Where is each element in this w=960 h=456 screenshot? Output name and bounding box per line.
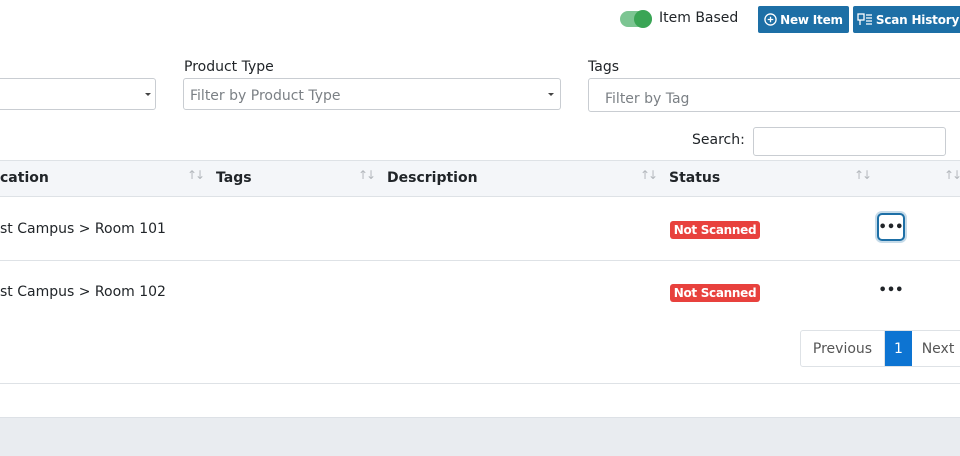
product-type-placeholder: Filter by Product Type xyxy=(190,88,341,104)
scan-list-icon xyxy=(857,13,873,26)
plus-circle-icon xyxy=(764,13,777,26)
location-filter-select[interactable] xyxy=(0,78,156,110)
scan-history-button[interactable]: Scan History xyxy=(853,6,960,33)
column-header-location[interactable]: cation xyxy=(0,170,49,186)
page-1-button[interactable]: 1 xyxy=(885,331,912,366)
new-item-label: New Item xyxy=(780,12,843,27)
scan-history-label: Scan History xyxy=(875,12,960,27)
item-based-label: Item Based xyxy=(659,10,739,26)
pagination: Previous 1 Next xyxy=(800,330,960,367)
caret-down-icon xyxy=(145,93,151,96)
tags-select[interactable]: Filter by Tag xyxy=(588,78,960,112)
caret-down-icon xyxy=(548,93,554,96)
product-type-label: Product Type xyxy=(184,59,274,75)
row-actions-button[interactable]: ••• xyxy=(877,276,905,304)
search-input[interactable] xyxy=(753,127,946,156)
status-badge: Not Scanned xyxy=(670,284,760,302)
divider xyxy=(0,383,960,384)
next-page-button[interactable]: Next xyxy=(912,331,960,366)
page-footer xyxy=(0,417,960,456)
sort-icon[interactable]: ↑↓ xyxy=(640,168,658,182)
search-label: Search: xyxy=(692,132,745,148)
row-actions-button[interactable]: ••• xyxy=(877,213,905,241)
tags-label: Tags xyxy=(588,59,619,75)
sort-icon[interactable]: ↑↓ xyxy=(358,168,376,182)
column-header-tags[interactable]: Tags xyxy=(216,170,252,186)
column-header-status[interactable]: Status xyxy=(669,170,720,186)
previous-page-button[interactable]: Previous xyxy=(801,331,885,366)
sort-icon[interactable]: ↑↓ xyxy=(854,168,872,182)
new-item-button[interactable]: New Item xyxy=(758,6,849,33)
location-cell: st Campus > Room 102 xyxy=(0,284,166,300)
location-cell: st Campus > Room 101 xyxy=(0,221,166,237)
toggle-knob[interactable] xyxy=(634,10,652,28)
sort-icon[interactable]: ↑↓ xyxy=(944,168,960,182)
table-header xyxy=(0,160,960,197)
product-type-select[interactable]: Filter by Product Type xyxy=(183,78,561,110)
column-header-description[interactable]: Description xyxy=(387,170,478,186)
sort-icon[interactable]: ↑↓ xyxy=(187,168,205,182)
status-badge: Not Scanned xyxy=(670,221,760,239)
tags-placeholder: Filter by Tag xyxy=(605,91,690,107)
